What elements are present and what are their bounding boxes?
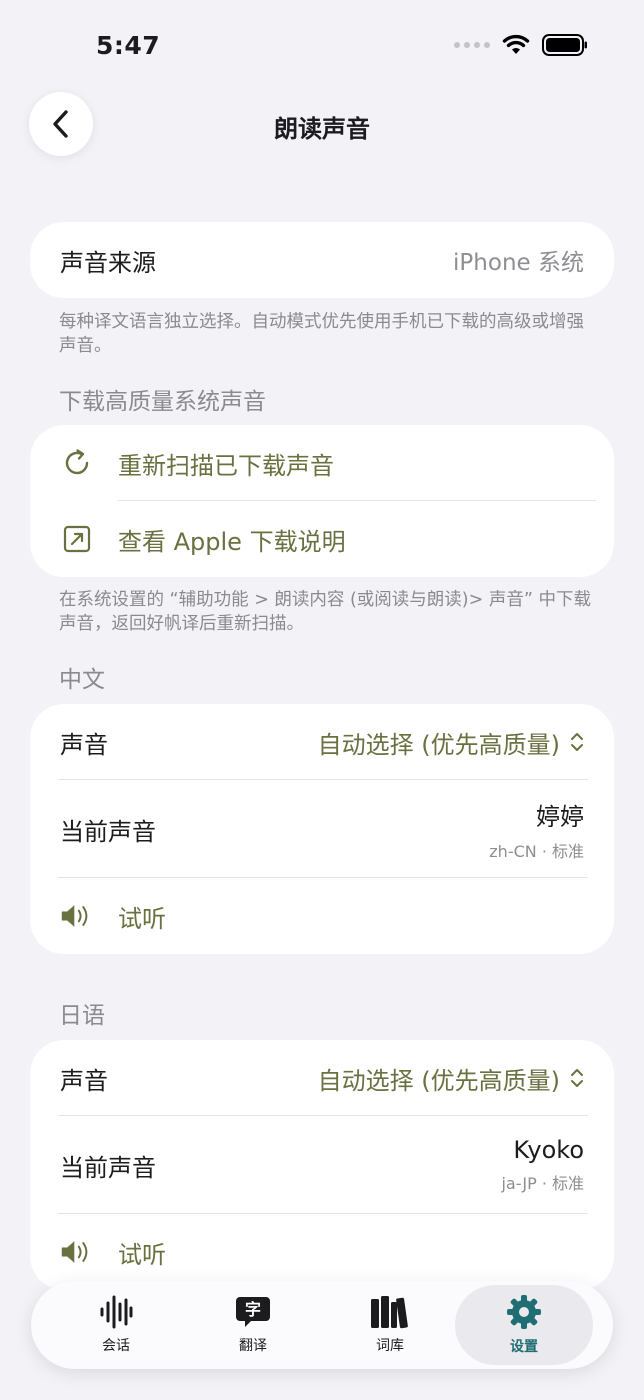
japanese-voice-card: 声音 自动选择 (优先高质量) 当前声音 Kyoko ja-JP · 标准 试听 xyxy=(30,1040,614,1290)
translate-icon: 字 xyxy=(236,1297,270,1327)
status-icons xyxy=(454,34,588,56)
page-title: 朗读声音 xyxy=(274,115,370,143)
speaker-icon xyxy=(60,899,94,933)
tab-library[interactable]: 词库 xyxy=(321,1281,459,1369)
refresh-icon xyxy=(60,446,94,480)
voice-picker-value: 自动选择 (优先高质量) xyxy=(318,1061,584,1096)
voice-source-value: iPhone 系统 xyxy=(453,250,584,276)
rescan-voices-label: 重新扫描已下载声音 xyxy=(118,451,334,480)
apple-download-guide-link[interactable]: 查看 Apple 下载说明 xyxy=(30,501,614,577)
chinese-current-voice-row: 当前声音 婷婷 zh-CN · 标准 xyxy=(30,780,614,878)
current-voice-info: 婷婷 zh-CN · 标准 xyxy=(489,797,584,862)
voice-picker-text: 自动选择 (优先高质量) xyxy=(317,1066,560,1095)
waveform-icon xyxy=(100,1295,133,1329)
chinese-voice-picker[interactable]: 声音 自动选择 (优先高质量) xyxy=(30,704,614,780)
chevron-up-down-icon xyxy=(571,1069,583,1087)
status-bar: 5:47 xyxy=(0,0,644,90)
current-voice-info: Kyoko ja-JP · 标准 xyxy=(501,1136,584,1194)
current-voice-meta: zh-CN · 标准 xyxy=(489,841,584,861)
tab-label: 翻译 xyxy=(239,1338,267,1354)
cellular-signal-icon xyxy=(454,42,490,48)
current-voice-meta: ja-JP · 标准 xyxy=(501,1174,584,1193)
voice-source-label: 声音来源 xyxy=(60,248,156,277)
apple-download-guide-label: 查看 Apple 下载说明 xyxy=(118,527,346,556)
preview-label: 试听 xyxy=(118,904,166,933)
voice-label: 声音 xyxy=(60,730,108,759)
tab-label: 词库 xyxy=(376,1338,404,1354)
tab-settings[interactable]: 设置 xyxy=(455,1285,593,1365)
chinese-preview-button[interactable]: 试听 xyxy=(30,878,614,954)
japanese-preview-button[interactable]: 试听 xyxy=(30,1214,614,1290)
voice-source-note: 每种译文语言独立选择。自动模式优先使用手机已下载的高级或增强声音。 xyxy=(59,312,584,356)
tab-translate[interactable]: 字 翻译 xyxy=(184,1281,322,1369)
chevron-up-down-icon xyxy=(571,733,583,751)
wifi-icon xyxy=(502,34,530,54)
japanese-voice-picker[interactable]: 声音 自动选择 (优先高质量) xyxy=(30,1040,614,1116)
download-note: 在系统设置的 “辅助功能 > 朗读内容 (或阅读与朗读)> 声音” 中下载声音，… xyxy=(59,590,591,634)
svg-text:字: 字 xyxy=(245,1300,261,1319)
tab-label: 会话 xyxy=(102,1338,130,1354)
chinese-voice-card: 声音 自动选择 (优先高质量) 当前声音 婷婷 zh-CN · 标准 试听 xyxy=(30,704,614,954)
current-voice-name: 婷婷 xyxy=(536,802,584,831)
current-voice-name: Kyoko xyxy=(513,1136,584,1164)
voice-label: 声音 xyxy=(60,1066,108,1095)
preview-label: 试听 xyxy=(118,1240,166,1269)
voice-source-card: 声音来源 iPhone 系统 xyxy=(30,222,614,298)
tab-conversation[interactable]: 会话 xyxy=(47,1281,185,1369)
japanese-current-voice-row: 当前声音 Kyoko ja-JP · 标准 xyxy=(30,1116,614,1214)
gear-icon xyxy=(507,1295,541,1329)
current-voice-label: 当前声音 xyxy=(60,1153,156,1182)
speaker-icon xyxy=(60,1235,94,1269)
current-voice-label: 当前声音 xyxy=(60,817,156,846)
navigation-bar: 朗读声音 xyxy=(0,92,644,156)
external-link-icon xyxy=(60,522,94,556)
tab-label: 设置 xyxy=(510,1339,538,1355)
japanese-section-header: 日语 xyxy=(59,1003,105,1029)
voice-source-row[interactable]: 声音来源 iPhone 系统 xyxy=(30,222,614,298)
download-section-header: 下载高质量系统声音 xyxy=(59,389,266,415)
voice-picker-value: 自动选择 (优先高质量) xyxy=(318,725,584,760)
download-card: 重新扫描已下载声音 查看 Apple 下载说明 xyxy=(30,425,614,577)
library-icon xyxy=(371,1296,408,1329)
chinese-section-header: 中文 xyxy=(59,667,105,693)
voice-picker-text: 自动选择 (优先高质量) xyxy=(317,730,560,759)
tab-bar: 会话 字 翻译 词库 设置 xyxy=(31,1281,613,1369)
battery-icon xyxy=(542,34,587,56)
status-time: 5:47 xyxy=(96,31,161,60)
rescan-voices-button[interactable]: 重新扫描已下载声音 xyxy=(30,425,614,501)
